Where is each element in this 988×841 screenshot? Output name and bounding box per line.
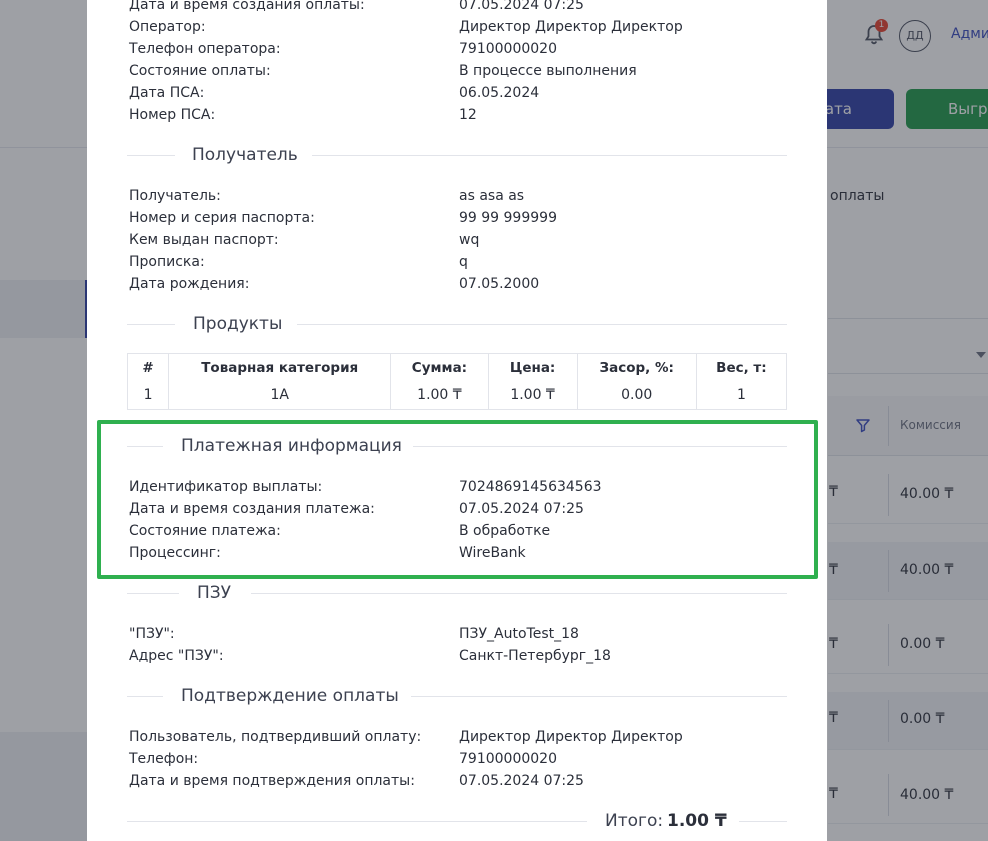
psa-number-label: Номер ПСА: xyxy=(129,107,216,123)
section-confirmation: Подтверждение оплаты xyxy=(127,684,787,708)
payment-state-value: В процессе выполнения xyxy=(459,63,637,79)
birth-date-label: Дата рождения: xyxy=(129,276,250,292)
column-contamination: Засор, %: xyxy=(576,353,697,382)
detail-row: Дата и время подтверждения оплаты: 07.05… xyxy=(129,770,789,792)
confirmation-datetime-label: Дата и время подтверждения оплаты: xyxy=(129,773,415,789)
detail-row: Номер ПСА: 12 xyxy=(129,104,789,126)
payout-info-highlight xyxy=(97,420,818,579)
section-divider xyxy=(127,696,163,697)
column-price: Цена: xyxy=(487,353,578,382)
section-divider xyxy=(312,155,787,156)
column-weight: Вес, т: xyxy=(695,353,787,382)
detail-row: Телефон: 79100000020 xyxy=(129,748,789,770)
detail-row: Прописка: q xyxy=(129,251,789,273)
payment-created-value: 07.05.2024 07:25 xyxy=(459,0,584,13)
operator-phone-label: Телефон оператора: xyxy=(129,41,281,57)
section-pzu: ПЗУ xyxy=(127,581,787,605)
cell-weight: 1 xyxy=(695,381,787,410)
pzu-name-label: "ПЗУ": xyxy=(129,626,175,642)
payment-created-label: Дата и время создания оплаты: xyxy=(129,0,365,13)
recipient-name-label: Получатель: xyxy=(129,188,221,204)
psa-date-value: 06.05.2024 xyxy=(459,85,540,101)
column-index: # xyxy=(126,353,169,382)
passport-issued-label: Кем выдан паспорт: xyxy=(129,232,279,248)
table-header-row: # Товарная категория Сумма: Цена: Засор,… xyxy=(126,353,787,382)
detail-row: Номер и серия паспорта: 99 99 999999 xyxy=(129,207,789,229)
section-divider xyxy=(127,155,175,156)
section-title: Продукты xyxy=(193,314,283,334)
detail-row: "ПЗУ": ПЗУ_AutoTest_18 xyxy=(129,623,789,645)
psa-date-label: Дата ПСА: xyxy=(129,85,205,101)
confirmed-by-label: Пользователь, подтвердивший оплату: xyxy=(129,729,422,745)
detail-row: Кем выдан паспорт: wq xyxy=(129,229,789,251)
passport-value: 99 99 999999 xyxy=(459,210,557,226)
cell-contamination: 0.00 xyxy=(576,381,697,410)
detail-row: Оператор: Директор Директор Директор xyxy=(129,16,789,38)
section-divider xyxy=(297,324,787,325)
column-sum: Сумма: xyxy=(390,353,489,382)
section-divider xyxy=(251,593,787,594)
cell-category: 1А xyxy=(168,381,391,410)
section-title: Подтверждение оплаты xyxy=(181,686,399,706)
payment-state-label: Состояние оплаты: xyxy=(129,63,271,79)
psa-number-value: 12 xyxy=(459,107,477,123)
confirmation-phone-label: Телефон: xyxy=(129,751,199,767)
section-divider xyxy=(127,821,587,822)
detail-row: Пользователь, подтвердивший оплату: Дире… xyxy=(129,726,789,748)
recipient-name-value: as asa as xyxy=(459,188,525,204)
table-row: 1 1А 1.00 ₸ 1.00 ₸ 0.00 1 xyxy=(126,381,787,410)
section-divider xyxy=(127,593,179,594)
section-products: Продукты xyxy=(127,312,787,336)
passport-label: Номер и серия паспорта: xyxy=(129,210,315,226)
pzu-address-label: Адрес "ПЗУ": xyxy=(129,648,224,664)
pzu-name-value: ПЗУ_AutoTest_18 xyxy=(459,626,579,642)
detail-row: Состояние оплаты: В процессе выполнения xyxy=(129,60,789,82)
detail-row: Получатель: as asa as xyxy=(129,185,789,207)
registration-label: Прописка: xyxy=(129,254,205,270)
registration-value: q xyxy=(459,254,468,270)
total-row: Итого: 1.00 ₸ xyxy=(127,808,787,834)
cell-index: 1 xyxy=(126,381,169,410)
operator-phone-value: 79100000020 xyxy=(459,41,557,57)
pzu-address-value: Санкт-Петербург_18 xyxy=(459,648,611,664)
operator-value: Директор Директор Директор xyxy=(459,19,683,35)
section-divider xyxy=(411,696,787,697)
total-label: Итого: xyxy=(605,811,664,831)
operator-label: Оператор: xyxy=(129,19,206,35)
section-title: Получатель xyxy=(192,145,298,165)
detail-row: Дата ПСА: 06.05.2024 xyxy=(129,82,789,104)
birth-date-value: 07.05.2000 xyxy=(459,276,540,292)
section-title: ПЗУ xyxy=(197,583,232,603)
cell-sum: 1.00 ₸ xyxy=(390,381,489,410)
confirmation-phone-value: 79100000020 xyxy=(459,751,557,767)
detail-row: Дата рождения: 07.05.2000 xyxy=(129,273,789,295)
detail-row: Телефон оператора: 79100000020 xyxy=(129,38,789,60)
detail-row: Адрес "ПЗУ": Санкт-Петербург_18 xyxy=(129,645,789,667)
detail-row: Дата и время создания оплаты: 07.05.2024… xyxy=(129,0,789,16)
section-divider xyxy=(127,324,175,325)
confirmed-by-value: Директор Директор Директор xyxy=(459,729,683,745)
section-divider xyxy=(739,821,787,822)
section-recipient: Получатель xyxy=(127,143,787,167)
passport-issued-value: wq xyxy=(459,232,480,248)
total-value: 1.00 ₸ xyxy=(667,811,727,831)
confirmation-datetime-value: 07.05.2024 07:25 xyxy=(459,773,584,789)
cell-price: 1.00 ₸ xyxy=(487,381,578,410)
column-category: Товарная категория xyxy=(168,353,391,382)
products-table: # Товарная категория Сумма: Цена: Засор,… xyxy=(126,353,787,410)
